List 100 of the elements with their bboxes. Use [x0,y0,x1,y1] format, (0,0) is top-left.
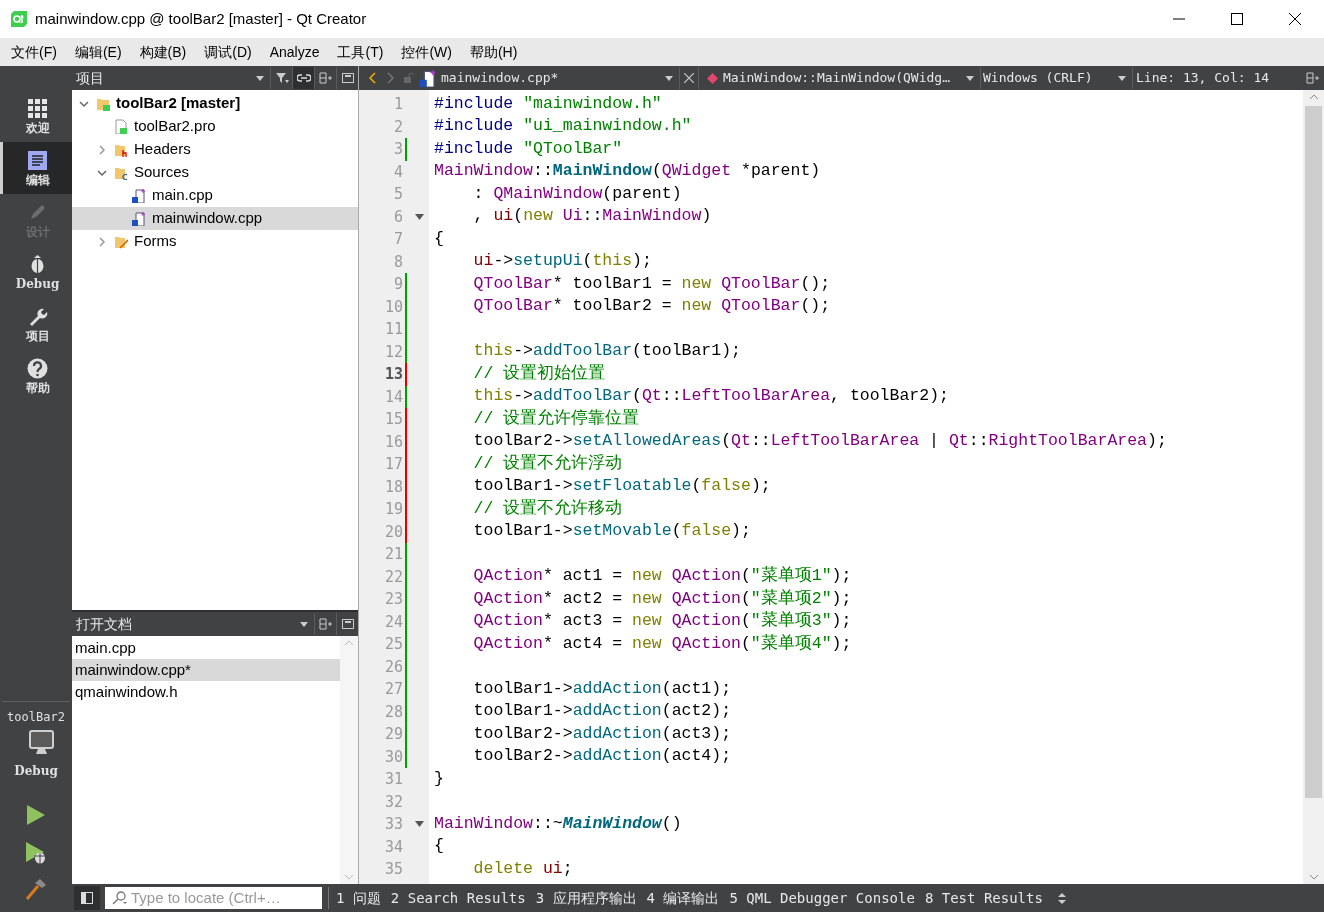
output-tab[interactable]: 1 问题 [331,886,386,910]
output-tab[interactable]: 4 编译输出 [641,886,725,910]
source-file-icon [132,188,146,203]
menu-item[interactable]: 构建(B) [130,41,196,63]
menu-item[interactable]: 帮助(H) [460,41,527,63]
scroll-down-icon [1308,874,1319,880]
tree-item[interactable]: Sources [72,161,358,184]
line-number: 12 [383,341,403,363]
help-icon [27,357,48,379]
kit-selector[interactable]: toolBar2 Debug [0,702,72,784]
mode-button[interactable]: 帮助 [0,350,72,402]
mode-button[interactable]: 编辑 [0,142,72,194]
filter-icon [274,72,289,84]
line-number: 18 [383,476,403,498]
code-line: { [434,227,444,250]
code-line: } [434,767,444,790]
menu-item[interactable]: 文件(F) [2,41,66,63]
line-number: 34 [383,836,403,858]
project-file-icon [114,119,128,134]
line-number: 13 [383,364,403,385]
mode-button[interactable]: 项目 [0,298,72,350]
window-title: mainwindow.cpp @ toolBar2 [master] - Qt Creator [35,8,367,29]
output-tab[interactable]: 2 Search Results [385,886,531,910]
code-line: QAction* act2 = new QAction("菜单项2"); [472,587,852,610]
code-line: QToolBar* toolBar2 = new QToolBar(); [472,295,831,318]
line-number: 26 [383,656,403,678]
line-number: 31 [383,769,403,790]
code-line: #include "mainwindow.h" [434,92,662,115]
chevron-left-icon [368,72,376,84]
tree-item[interactable]: mainwindow.cpp [72,207,358,230]
scrollbar[interactable] [1303,90,1324,884]
maximize-icon [1231,13,1243,25]
chevron-down-icon [79,98,89,109]
code-line: toolBar1->addAction(act1); [472,677,732,700]
tree-item[interactable]: Forms [72,230,358,253]
locator-field[interactable]: Type to locate (Ctrl+… [105,887,322,909]
code-line: toolBar1->addAction(act2); [472,700,732,723]
code-line: delete ui; [472,857,573,880]
code-line: QAction* act3 = new QAction("菜单项3"); [472,610,852,633]
code-line: toolBar2->addAction(act3); [472,722,732,745]
up-down-icon [1057,892,1066,904]
tree-item[interactable]: Headers [72,138,358,161]
symbol-selector[interactable]: MainWindow::MainWindow(QWidg… [699,67,981,89]
fold-arrow-icon[interactable] [415,821,424,828]
output-tab[interactable]: 8 Test Results [919,886,1048,910]
menu-item[interactable]: 调试(D) [195,41,261,63]
line-number: 30 [383,746,403,768]
panel-title: 打开文档 [76,614,133,634]
folder-icon [114,142,128,157]
dropdown-icon [300,621,308,627]
line-ending-selector[interactable]: Windows (CRLF) [981,67,1133,89]
document-item[interactable]: mainwindow.cpp* [72,659,340,681]
close-document-button[interactable] [679,67,699,89]
line-number: 25 [383,634,403,655]
mode-button[interactable]: 欢迎 [0,90,72,142]
menu-item[interactable]: 编辑(E) [65,41,131,63]
code-line: // 设置不允许浮动 [472,452,623,475]
output-tab[interactable]: 5 QML Debugger Console [724,886,920,910]
code-line: { [434,835,444,858]
file-selector[interactable]: mainwindow.cpp* [441,67,679,89]
line-number: 6 [392,206,403,228]
line-number: 4 [392,161,403,183]
qt-logo-icon [11,11,27,27]
link-button[interactable] [292,67,314,89]
code-line: , ui(new Ui::MainWindow) [472,205,712,228]
dropdown-icon [665,75,673,81]
line-number: 11 [383,319,403,340]
scrollbar-thumb[interactable] [1305,106,1322,798]
panel-close-icon [340,618,355,630]
line-number: 7 [392,229,403,250]
mode-button[interactable]: Debug [0,246,72,298]
line-number: 29 [383,724,403,745]
hammer-icon [25,878,47,900]
output-tab[interactable]: 3 应用程序输出 [530,886,642,910]
tree-item[interactable]: toolBar2 [master] [72,92,358,115]
split-icon [318,72,333,84]
chevron-down-icon [97,167,107,178]
code-line: MainWindow::MainWindow(QWidget *parent) [434,160,821,183]
split-icon [1306,72,1320,84]
fold-arrow-icon[interactable] [415,213,424,220]
play-bug-icon [26,842,46,864]
code-line: // 设置不允许移动 [472,497,623,520]
tree-item[interactable]: toolBar2.pro [72,115,358,138]
document-item[interactable]: qmainwindow.h [72,681,340,703]
line-number: 27 [383,679,403,700]
link-icon [296,72,311,84]
line-number: 21 [383,544,403,565]
menu-item[interactable]: 控件(W) [392,41,461,63]
cursor-position[interactable]: Line: 13, Col: 14 [1133,68,1302,88]
sidebar-toggle-button[interactable] [74,886,100,910]
scrollbar[interactable] [340,636,358,884]
sidebar-icon [81,892,93,904]
document-item[interactable]: main.cpp [72,637,340,659]
menu-item[interactable]: 工具(T) [328,41,393,63]
code-line: MainWindow::~MainWindow() [434,812,682,835]
tree-item[interactable]: main.cpp [72,184,358,207]
scroll-down-icon [344,874,354,880]
line-number: 20 [383,521,403,543]
line-number: 32 [383,791,403,813]
menu-item[interactable]: Analyze [260,41,329,63]
